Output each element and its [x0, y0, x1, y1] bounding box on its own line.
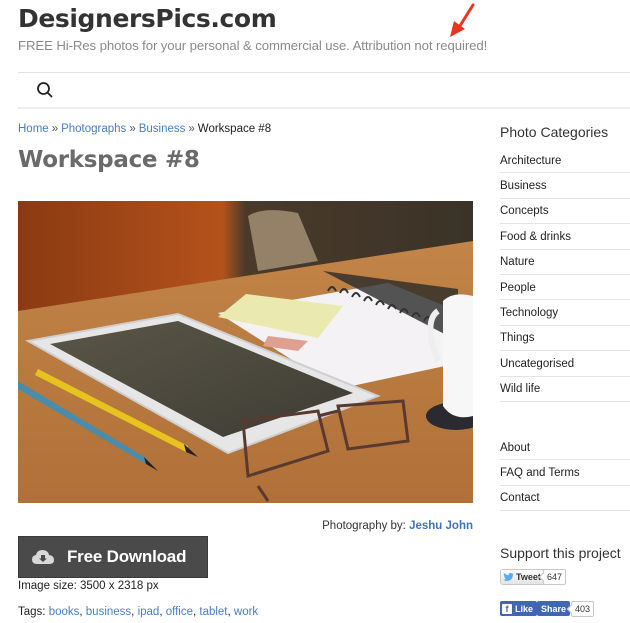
tags-label: Tags:	[18, 606, 46, 618]
breadcrumb-business[interactable]: Business	[139, 123, 186, 135]
categories-heading: Photo Categories	[500, 124, 609, 140]
facebook-count: 403	[571, 601, 595, 617]
tag-link[interactable]: ipad	[138, 606, 160, 618]
download-label: Free Download	[67, 547, 187, 566]
tag-link[interactable]: tablet	[199, 606, 227, 618]
workspace-photo[interactable]	[18, 201, 473, 503]
nav-bar	[18, 72, 630, 109]
page-link-label: About	[500, 441, 531, 454]
tag-link[interactable]: business	[86, 606, 131, 618]
like-label: Like	[515, 603, 534, 614]
site-title[interactable]: DesignersPics.com	[18, 4, 277, 33]
free-download-button[interactable]: Free Download	[18, 536, 208, 578]
page-title: Workspace #8	[18, 147, 200, 173]
tags: Tags: books, business, ipad, office, tab…	[18, 606, 259, 618]
category-item[interactable]: Architecture	[500, 148, 630, 174]
breadcrumb-photographs[interactable]: Photographs	[61, 123, 126, 135]
category-item[interactable]: Wild life	[500, 377, 630, 402]
sidebar-pages: About FAQ and Terms Contact	[500, 435, 630, 512]
tag-link[interactable]: books	[49, 606, 80, 618]
tag-link[interactable]: office	[166, 606, 193, 618]
page-link-faq[interactable]: FAQ and Terms	[500, 460, 630, 486]
category-label: Business	[500, 180, 547, 193]
page-link-label: FAQ and Terms	[500, 467, 580, 480]
credit-label: Photography by:	[322, 520, 406, 532]
category-label: Architecture	[500, 154, 562, 167]
breadcrumb-home[interactable]: Home	[18, 123, 49, 135]
category-item[interactable]: Food & drinks	[500, 224, 630, 250]
breadcrumb-separator: »	[129, 123, 136, 135]
page-link-about[interactable]: About	[500, 435, 630, 461]
category-label: Food & drinks	[500, 230, 571, 243]
category-label: Technology	[500, 307, 559, 320]
category-label: People	[500, 281, 536, 294]
annotation-arrow-icon	[450, 3, 475, 37]
breadcrumb-current: Workspace #8	[197, 123, 272, 135]
breadcrumb-separator: »	[188, 123, 195, 135]
sidebar-categories: Photo Categories Architecture Business C…	[500, 124, 630, 402]
category-item[interactable]: People	[500, 275, 630, 301]
support-heading: Support this project	[500, 545, 621, 561]
page-link-label: Contact	[500, 492, 540, 505]
facebook-icon: f	[502, 603, 512, 614]
breadcrumb: Home» Photographs» Business» Workspace #8	[18, 123, 271, 135]
category-item[interactable]: Technology	[500, 300, 630, 326]
cloud-download-icon	[32, 550, 54, 564]
category-label: Concepts	[500, 205, 549, 218]
photo-credit: Photography by: Jeshu John	[322, 520, 473, 532]
category-label: Things	[500, 332, 535, 345]
category-label: Nature	[500, 256, 535, 269]
category-label: Wild life	[500, 383, 541, 396]
breadcrumb-separator: »	[51, 123, 59, 135]
category-item[interactable]: Concepts	[500, 199, 630, 225]
category-item[interactable]: Business	[500, 173, 630, 199]
tweet-label: Tweet	[516, 572, 541, 582]
search-icon[interactable]	[36, 81, 54, 99]
twitter-bird-icon	[503, 572, 514, 581]
tag-link[interactable]: work	[234, 606, 258, 618]
category-label: Uncategorised	[500, 357, 575, 370]
category-item[interactable]: Uncategorised	[500, 351, 630, 377]
tweet-count: 647	[543, 569, 567, 585]
category-item[interactable]: Nature	[500, 250, 630, 275]
share-label: Share	[541, 603, 567, 614]
facebook-like-button[interactable]: f Like	[500, 601, 538, 616]
page-link-contact[interactable]: Contact	[500, 486, 630, 512]
category-item[interactable]: Things	[500, 326, 630, 352]
photo-illustration	[18, 201, 473, 503]
site-tagline: FREE Hi-Res photos for your personal & c…	[18, 38, 488, 53]
image-size: Image size: 3500 x 2318 px	[18, 580, 159, 592]
photographer-link[interactable]: Jeshu John	[409, 520, 473, 532]
facebook-share-button[interactable]: Share	[537, 601, 571, 616]
